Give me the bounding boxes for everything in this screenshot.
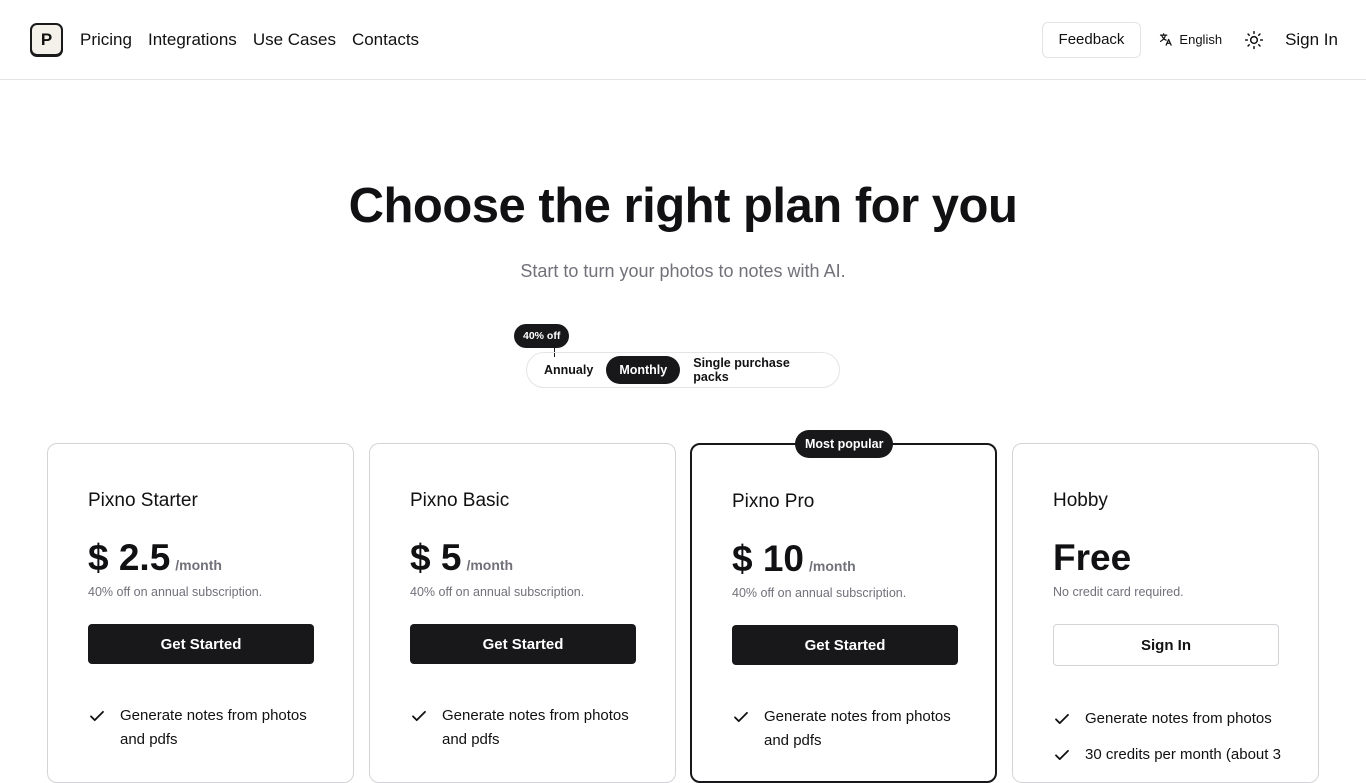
price-note: 40% off on annual subscription.	[732, 586, 907, 600]
toggle-monthly[interactable]: Monthly	[606, 356, 681, 384]
feature-text: Generate notes from photos and pdfs	[120, 707, 307, 748]
check-icon	[412, 710, 426, 722]
toggle-annually[interactable]: Annualy	[531, 356, 606, 384]
feature-text: Generate notes from photos and pdfs	[442, 707, 629, 748]
get-started-button[interactable]: Get Started	[88, 624, 314, 664]
feature-text: Generate notes from photos and pdfs	[764, 708, 951, 749]
plan-price: $ 10	[732, 538, 805, 579]
plan-period: /month	[466, 557, 514, 573]
price-note: No credit card required.	[1053, 585, 1184, 599]
page-subtitle: Start to turn your photos to notes with …	[520, 261, 846, 281]
feature-list: Generate notes from photos and pdfs	[410, 704, 640, 764]
sign-in-button[interactable]: Sign In	[1053, 624, 1279, 666]
language-label: English	[1179, 32, 1223, 47]
language-selector[interactable]: English	[1158, 32, 1222, 47]
sign-in-link[interactable]: Sign In	[1285, 30, 1338, 50]
feature-list: Generate notes from photos and pdfs	[88, 704, 318, 764]
price-row: $ 2.5 /month	[88, 537, 222, 579]
check-icon	[1055, 749, 1069, 761]
plan-period: /month	[175, 557, 222, 573]
sun-icon[interactable]	[1244, 30, 1264, 50]
plan-card-starter: Pixno Starter $ 2.5 /month 40% off on an…	[47, 443, 354, 783]
price-row: $ 5 /month	[410, 537, 513, 579]
plan-period: /month	[809, 558, 856, 574]
plan-price: Free	[1053, 537, 1132, 578]
feature-item: Generate notes from photos	[1053, 707, 1283, 731]
get-started-button[interactable]: Get Started	[410, 624, 636, 664]
feature-text: Generate notes from photos	[1085, 710, 1272, 727]
plan-name: Pixno Starter	[88, 490, 198, 511]
plan-card-pro: Pixno Pro $ 10 /month 40% off on annual …	[690, 443, 997, 783]
plan-price: $ 2.5	[88, 537, 171, 578]
nav-link-integrations[interactable]: Integrations	[148, 30, 237, 50]
check-icon	[734, 711, 748, 723]
plan-name: Pixno Pro	[732, 491, 815, 512]
feature-text: 30 credits per month (about 3	[1085, 746, 1281, 763]
translate-icon	[1160, 33, 1173, 46]
check-icon	[1055, 713, 1069, 725]
feature-item: Generate notes from photos and pdfs	[88, 704, 318, 752]
feature-item: Generate notes from photos and pdfs	[410, 704, 640, 752]
page-title: Choose the right plan for you	[348, 179, 1018, 233]
discount-badge: 40% off	[514, 324, 570, 348]
plan-card-hobby: Hobby Free No credit card required. Sign…	[1012, 443, 1319, 783]
feature-list: Generate notes from photos 30 credits pe…	[1053, 707, 1283, 779]
top-navbar: P Pricing Integrations Use Cases Contact…	[0, 0, 1366, 80]
most-popular-badge: Most popular	[795, 430, 894, 458]
plan-name: Hobby	[1053, 490, 1108, 511]
feedback-button[interactable]: Feedback	[1041, 21, 1142, 58]
feature-list: Generate notes from photos and pdfs	[732, 705, 962, 765]
navbar-left: P Pricing Integrations Use Cases Contact…	[30, 23, 419, 56]
nav-link-contacts[interactable]: Contacts	[352, 30, 419, 50]
nav-link-use-cases[interactable]: Use Cases	[253, 30, 336, 50]
price-note: 40% off on annual subscription.	[88, 585, 263, 599]
check-icon	[90, 710, 104, 722]
navbar-right: Feedback English Sign In	[1041, 21, 1338, 58]
main-nav: Pricing Integrations Use Cases Contacts	[80, 30, 419, 50]
plan-name: Pixno Basic	[410, 490, 510, 511]
logo[interactable]: P	[30, 23, 63, 56]
billing-period-toggle: Annualy Monthly Single purchase packs	[526, 352, 840, 388]
nav-link-pricing[interactable]: Pricing	[80, 30, 132, 50]
get-started-button[interactable]: Get Started	[732, 625, 958, 665]
price-note: 40% off on annual subscription.	[410, 585, 585, 599]
plan-price: $ 5	[410, 537, 462, 578]
price-row: Free	[1053, 537, 1131, 579]
plan-card-basic: Pixno Basic $ 5 /month 40% off on annual…	[369, 443, 676, 783]
price-row: $ 10 /month	[732, 538, 856, 580]
feature-item: Generate notes from photos and pdfs	[732, 705, 962, 753]
toggle-single-purchase[interactable]: Single purchase packs	[680, 356, 835, 384]
feature-item: 30 credits per month (about 3	[1053, 743, 1283, 767]
